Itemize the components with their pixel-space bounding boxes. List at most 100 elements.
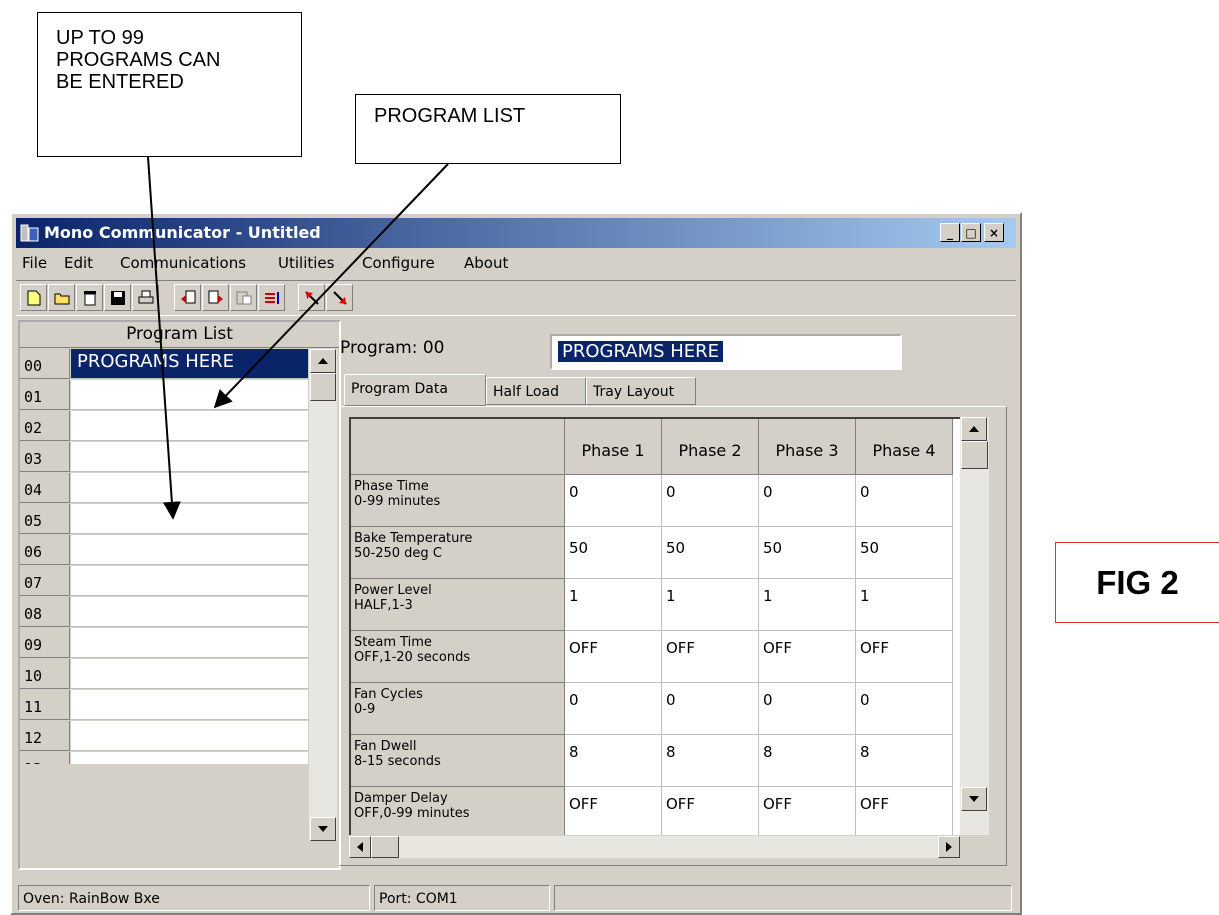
program-name-cell[interactable] [71, 535, 308, 565]
program-list-row[interactable]: 10 [20, 659, 308, 690]
grid-cell[interactable]: 0 [759, 475, 856, 527]
program-list-row[interactable]: 00 PROGRAMS HERE [20, 349, 308, 380]
grid-column-header[interactable]: Phase 1 [565, 419, 662, 475]
program-name-cell[interactable] [71, 752, 308, 764]
grid-cell[interactable]: 1 [662, 579, 759, 631]
new-button[interactable] [20, 284, 47, 311]
connect-button[interactable] [230, 284, 257, 311]
callout-up-to-99-programs: UP TO 99 PROGRAMS CAN BE ENTERED [37, 12, 302, 157]
menu-configure[interactable]: Configure [362, 254, 435, 272]
program-name-cell[interactable] [71, 628, 308, 658]
program-list-row[interactable]: 02 [20, 411, 308, 442]
grid-cell[interactable]: 0 [759, 683, 856, 735]
program-name-cell[interactable] [71, 442, 308, 472]
program-name-cell[interactable]: PROGRAMS HERE [71, 349, 308, 379]
grid-scroll-up-button[interactable] [961, 417, 987, 441]
program-name-cell[interactable] [71, 659, 308, 689]
grid-cell[interactable]: OFF [565, 631, 662, 683]
save-button[interactable] [104, 284, 131, 311]
grid-cell[interactable]: 0 [565, 683, 662, 735]
grid-cell[interactable]: 0 [662, 683, 759, 735]
grid-scroll-thumb[interactable] [961, 441, 988, 469]
delete-button[interactable] [76, 284, 103, 311]
grid-cell[interactable]: OFF [565, 787, 662, 835]
tab-program-data[interactable]: Program Data [344, 374, 486, 406]
grid-horizontal-scrollbar[interactable] [349, 836, 960, 858]
grid-cell[interactable]: OFF [662, 631, 759, 683]
menu-file[interactable]: File [22, 254, 47, 272]
program-list-scrollbar[interactable] [309, 349, 337, 841]
grid-cell[interactable]: OFF [759, 631, 856, 683]
program-name-cell[interactable] [71, 566, 308, 596]
program-list-row[interactable]: 07 [20, 566, 308, 597]
program-name-cell[interactable] [71, 721, 308, 751]
grid-cell[interactable]: 50 [662, 527, 759, 579]
menu-communications[interactable]: Communications [120, 254, 246, 272]
receive-button[interactable] [326, 284, 353, 311]
program-list-row[interactable]: 13 [20, 752, 308, 764]
program-list-row[interactable]: 01 [20, 380, 308, 411]
grid-cell[interactable]: 50 [759, 527, 856, 579]
program-name-cell[interactable] [71, 690, 308, 720]
maximize-button[interactable]: □ [961, 223, 981, 242]
grid-cell[interactable]: 0 [856, 475, 953, 527]
program-list-row[interactable]: 06 [20, 535, 308, 566]
close-button[interactable]: × [984, 223, 1004, 242]
grid-column-header[interactable]: Phase 3 [759, 419, 856, 475]
grid-cell[interactable]: 50 [856, 527, 953, 579]
scroll-up-button[interactable] [310, 349, 336, 373]
upload-button[interactable] [174, 284, 201, 311]
program-list-row[interactable]: 03 [20, 442, 308, 473]
grid-cell[interactable]: OFF [662, 787, 759, 835]
program-name-cell[interactable] [71, 473, 308, 503]
tab-half-load[interactable]: Half Load [486, 377, 586, 405]
program-list-row[interactable]: 04 [20, 473, 308, 504]
scroll-thumb[interactable] [310, 373, 336, 401]
grid-scroll-left-button[interactable] [349, 836, 371, 858]
grid-cell[interactable]: 8 [662, 735, 759, 787]
menu-edit[interactable]: Edit [64, 254, 93, 272]
grid-cell[interactable]: 0 [565, 475, 662, 527]
grid-cell[interactable]: 0 [662, 475, 759, 527]
grid-scroll-down-button[interactable] [961, 787, 987, 811]
grid-column-header[interactable]: Phase 2 [662, 419, 759, 475]
send-button[interactable] [298, 284, 325, 311]
grid-cell[interactable]: 8 [759, 735, 856, 787]
connect-icon [236, 291, 251, 304]
open-button[interactable] [48, 284, 75, 311]
grid-cell[interactable]: OFF [856, 787, 953, 835]
program-name-cell[interactable] [71, 597, 308, 627]
grid-vertical-scrollbar[interactable] [960, 417, 989, 835]
download-button[interactable] [202, 284, 229, 311]
program-list-row[interactable]: 11 [20, 690, 308, 721]
grid-cell[interactable]: 8 [856, 735, 953, 787]
grid-column-header[interactable]: Phase 4 [856, 419, 953, 475]
program-list-row[interactable]: 08 [20, 597, 308, 628]
menu-utilities[interactable]: Utilities [278, 254, 334, 272]
tab-tray-layout[interactable]: Tray Layout [586, 377, 696, 405]
scroll-down-button[interactable] [310, 817, 336, 841]
grid-cell[interactable]: 1 [565, 579, 662, 631]
program-list-row[interactable]: 12 [20, 721, 308, 752]
grid-cell[interactable]: 0 [856, 683, 953, 735]
grid-scroll-right-button[interactable] [938, 836, 960, 858]
program-name-cell[interactable] [71, 380, 308, 410]
program-list-row[interactable]: 09 [20, 628, 308, 659]
title-bar[interactable]: Mono Communicator - Untitled _ □ × [16, 218, 1016, 248]
parameter-name: Fan Dwell [354, 739, 417, 754]
grid-cell[interactable]: OFF [759, 787, 856, 835]
program-name-field[interactable]: PROGRAMS HERE [550, 334, 902, 370]
grid-cell[interactable]: 1 [759, 579, 856, 631]
grid-hscroll-thumb[interactable] [371, 836, 399, 858]
menu-about[interactable]: About [464, 254, 508, 272]
grid-cell[interactable]: 50 [565, 527, 662, 579]
program-name-cell[interactable] [71, 504, 308, 534]
compare-button[interactable] [258, 284, 285, 311]
program-name-cell[interactable] [71, 411, 308, 441]
grid-cell[interactable]: 1 [856, 579, 953, 631]
minimize-button[interactable]: _ [940, 223, 960, 242]
program-list-row[interactable]: 05 [20, 504, 308, 535]
grid-cell[interactable]: 8 [565, 735, 662, 787]
grid-cell[interactable]: OFF [856, 631, 953, 683]
print-button[interactable] [132, 284, 159, 311]
